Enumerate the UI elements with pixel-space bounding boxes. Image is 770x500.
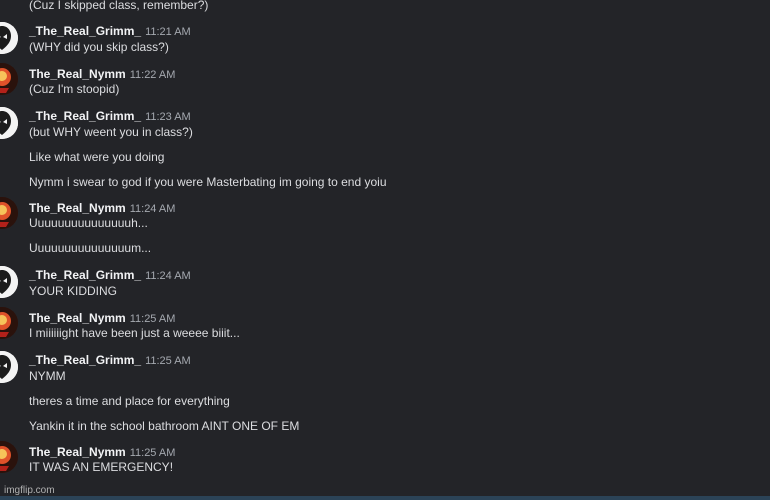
timestamp: 11:23 AM: [145, 111, 191, 123]
timestamp: 11:25 AM: [129, 313, 176, 325]
bottom-bar: [0, 496, 770, 500]
message-text: (Cuz I skipped class, remember?): [29, 0, 209, 12]
grimm-avatar-icon[interactable]: [0, 266, 18, 298]
message-text: Uuuuuuuuuuuuuuuh...: [29, 216, 148, 230]
username[interactable]: _The_Real_Grimm_: [29, 353, 141, 367]
message-text: I miiiiiight have been just a weeee biii…: [29, 326, 240, 340]
grimm-avatar-icon[interactable]: [0, 351, 18, 383]
message-text: (WHY did you skip class?): [29, 40, 169, 54]
grimm-avatar-icon[interactable]: [0, 107, 18, 139]
message-text: (but WHY weent you in class?): [29, 125, 193, 139]
nymm-avatar-icon[interactable]: [0, 197, 18, 229]
timestamp: 11:24 AM: [145, 270, 191, 282]
username[interactable]: _The_Real_Grimm_: [29, 109, 141, 123]
timestamp: 11:21 AM: [145, 26, 191, 38]
grimm-avatar-icon[interactable]: [0, 22, 18, 54]
message-text: IT WAS AN EMERGENCY!: [29, 460, 174, 474]
message-text: NYMM: [29, 369, 66, 383]
message-text: Like what were you doing: [29, 150, 165, 164]
nymm-avatar-icon[interactable]: [0, 63, 18, 95]
message-text: Nymm i swear to god if you were Masterba…: [29, 175, 387, 189]
message-text: YOUR KIDDING: [29, 284, 118, 298]
username[interactable]: _The_Real_Grimm_: [29, 24, 141, 38]
nymm-avatar-icon[interactable]: [0, 307, 18, 339]
chat-log: (Cuz I skipped class, remember?) _The_Re…: [0, 0, 770, 500]
message-text: Yankin it in the school bathroom AINT ON…: [29, 419, 300, 433]
nymm-avatar-icon[interactable]: [0, 441, 18, 473]
timestamp: 11:22 AM: [129, 69, 176, 81]
message-text: theres a time and place for everything: [29, 394, 230, 408]
username[interactable]: The_Real_Nymm: [29, 201, 126, 215]
timestamp: 11:25 AM: [129, 447, 176, 459]
username[interactable]: The_Real_Nymm: [29, 445, 126, 459]
username[interactable]: _The_Real_Grimm_: [29, 268, 141, 282]
watermark: imgflip.com: [4, 485, 55, 496]
message-text: Uuuuuuuuuuuuuuum...: [29, 241, 152, 255]
username[interactable]: The_Real_Nymm: [29, 311, 126, 325]
timestamp: 11:24 AM: [129, 203, 176, 215]
username[interactable]: The_Real_Nymm: [29, 67, 126, 81]
message-text: (Cuz I'm stoopid): [29, 82, 120, 96]
timestamp: 11:25 AM: [145, 355, 191, 367]
